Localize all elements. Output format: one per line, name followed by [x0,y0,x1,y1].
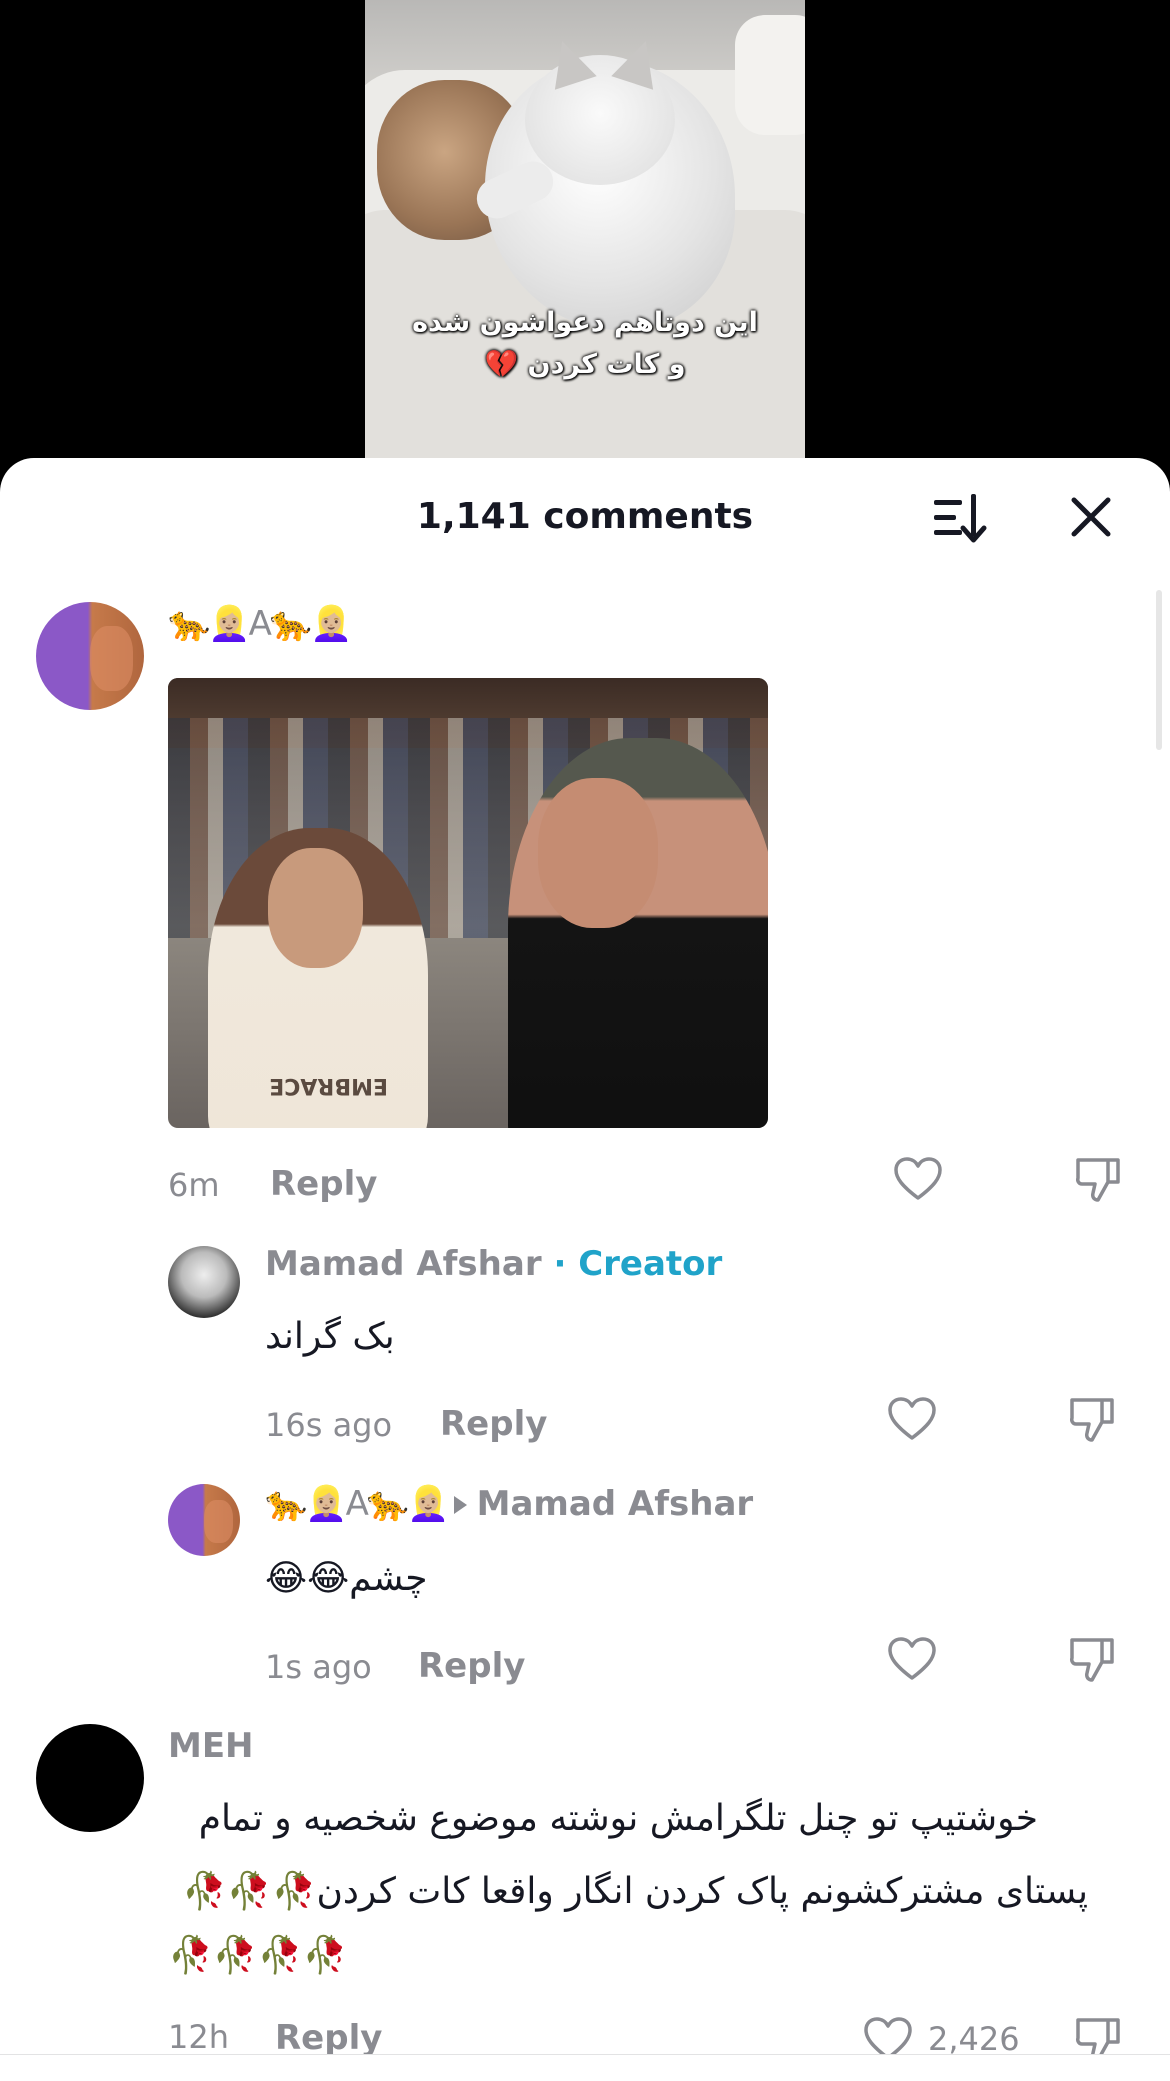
sort-icon[interactable] [930,490,990,546]
photo-girl-face [268,848,363,968]
avatar-face [90,625,134,691]
comment-text-line: 🥀🥀🥀🥀 [168,1935,348,1976]
video-caption-line-2: و کات کردن 💔 [484,349,686,380]
photo-man-face [538,778,658,928]
reply-text: چشم😂😂 [265,1558,428,1599]
reply-username[interactable]: 🐆👱🏼‍♀️A🐆👱🏼‍♀️ [265,1484,450,1524]
reply-username-line: 🐆👱🏼‍♀️A🐆👱🏼‍♀️ Mamad Afshar [265,1484,753,1524]
scrollbar[interactable] [1156,590,1162,750]
reply-button[interactable]: Reply [270,1164,377,1204]
reply-time: 16s ago [265,1406,393,1444]
dislike-icon[interactable] [1066,1394,1118,1446]
reply-button[interactable]: Reply [418,1646,525,1686]
comment-time: 6m [168,1166,220,1204]
cushion-illustration [735,15,805,135]
avatar[interactable] [36,602,144,710]
comment-input-bar-edge [0,2054,1170,2081]
video-frame[interactable]: این دوتاهم دعواشون شده و کات کردن 💔 [365,0,805,470]
reply-to-arrow-icon [453,1495,467,1514]
avatar-face [204,1499,233,1544]
reply-button[interactable]: Reply [275,2018,382,2058]
comment-text-line: پستای مشترکشونم پاک کردن انگار واقعا کات… [181,1871,1088,1912]
heart-icon[interactable] [886,1634,938,1686]
reply-text: بک گراند [265,1316,395,1357]
comment-time: 12h [168,2018,229,2056]
heart-icon[interactable] [886,1394,938,1446]
comment-image[interactable]: EMBRACE [168,678,768,1128]
comment-text-line: خوشتیپ تو چنل تلگرامش نوشته موضوع شخصیه … [198,1798,1038,1839]
reply-username-line: Mamad Afshar · Creator [265,1244,722,1284]
creator-badge: · Creator [553,1244,723,1284]
comments-header: 1,141 comments [0,458,1170,578]
reply-time: 1s ago [265,1648,372,1686]
dislike-icon[interactable] [1072,1154,1124,1206]
comments-count-title: 1,141 comments [416,496,754,537]
close-icon[interactable] [1066,492,1116,542]
avatar[interactable] [168,1484,240,1556]
comment-username[interactable]: 🐆👱🏼‍♀️A🐆👱🏼‍♀️ [168,604,353,644]
like-count: 2,426 [928,2020,1020,2058]
avatar[interactable] [168,1246,240,1318]
reply-button[interactable]: Reply [440,1404,547,1444]
comments-sheet: 1,141 comments 🐆👱🏼‍♀️A🐆👱🏼‍♀️ EMBRACE 6m … [0,458,1170,2080]
comment-username[interactable]: MEH [168,1726,254,1766]
photo-shirt-print: EMBRACE [269,1073,388,1098]
reply-to-username[interactable]: Mamad Afshar [477,1484,754,1524]
video-player[interactable]: این دوتاهم دعواشون شده و کات کردن 💔 [0,0,1170,470]
dislike-icon[interactable] [1066,1634,1118,1686]
video-caption-line-1: این دوتاهم دعواشون شده [412,307,758,338]
avatar[interactable] [36,1724,144,1832]
heart-icon[interactable] [892,1154,944,1206]
reply-username[interactable]: Mamad Afshar [265,1244,542,1284]
